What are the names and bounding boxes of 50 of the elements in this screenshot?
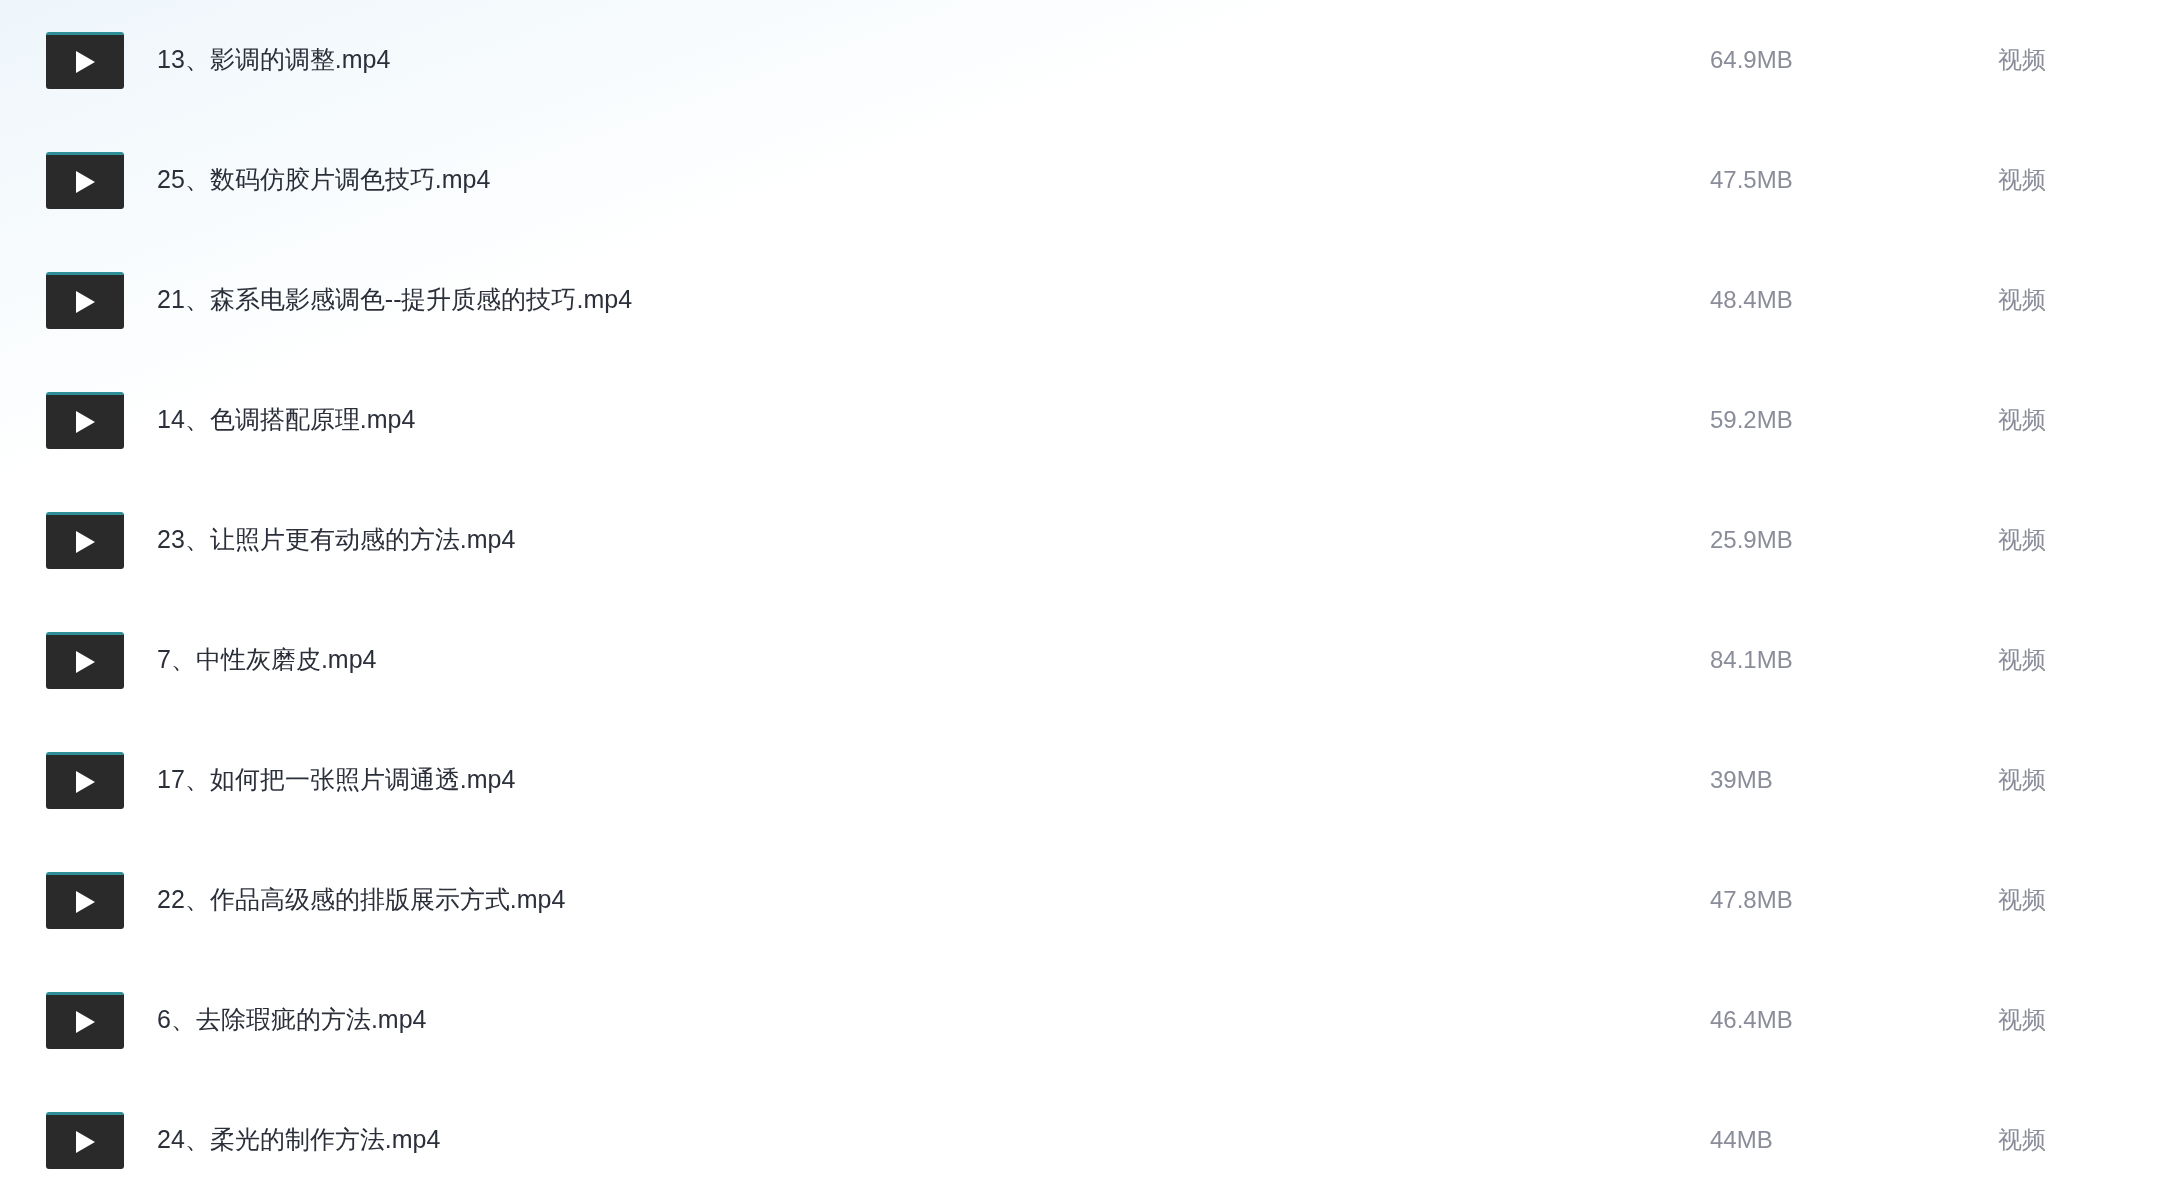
file-size: 44MB bbox=[1710, 1125, 1774, 1155]
video-thumbnail[interactable] bbox=[46, 271, 124, 329]
file-type: 视频 bbox=[1998, 645, 2047, 675]
file-size: 47.8MB bbox=[1710, 885, 1794, 915]
file-type: 视频 bbox=[1998, 45, 2047, 75]
video-thumbnail[interactable] bbox=[46, 1111, 124, 1169]
file-name[interactable]: 25、数码仿胶片调色技巧.mp4 bbox=[157, 161, 491, 199]
play-icon bbox=[74, 1129, 96, 1154]
file-name[interactable]: 7、中性灰磨皮.mp4 bbox=[157, 641, 377, 679]
file-type: 视频 bbox=[1998, 765, 2047, 795]
play-icon bbox=[74, 889, 96, 914]
file-size: 64.9MB bbox=[1710, 45, 1794, 75]
file-size: 59.2MB bbox=[1710, 405, 1794, 435]
file-name[interactable]: 22、作品高级感的排版展示方式.mp4 bbox=[157, 881, 566, 919]
file-name[interactable]: 14、色调搭配原理.mp4 bbox=[157, 401, 416, 439]
file-name[interactable]: 24、柔光的制作方法.mp4 bbox=[157, 1121, 441, 1159]
file-size: 48.4MB bbox=[1710, 285, 1794, 315]
file-name[interactable]: 6、去除瑕疵的方法.mp4 bbox=[157, 1001, 427, 1039]
file-name[interactable]: 13、影调的调整.mp4 bbox=[157, 41, 391, 79]
file-type: 视频 bbox=[1998, 405, 2047, 435]
file-size: 25.9MB bbox=[1710, 525, 1794, 555]
video-thumbnail[interactable] bbox=[46, 751, 124, 809]
play-icon bbox=[74, 649, 96, 674]
play-icon bbox=[74, 769, 96, 794]
video-thumbnail[interactable] bbox=[46, 991, 124, 1049]
file-type: 视频 bbox=[1998, 1125, 2047, 1155]
file-size: 84.1MB bbox=[1710, 645, 1794, 675]
file-name[interactable]: 17、如何把一张照片调通透.mp4 bbox=[157, 761, 516, 799]
play-icon bbox=[74, 49, 96, 74]
video-thumbnail[interactable] bbox=[46, 511, 124, 569]
file-size: 47.5MB bbox=[1710, 165, 1794, 195]
play-icon bbox=[74, 289, 96, 314]
file-name[interactable]: 23、让照片更有动感的方法.mp4 bbox=[157, 521, 516, 559]
file-type: 视频 bbox=[1998, 1005, 2047, 1035]
file-size: 46.4MB bbox=[1710, 1005, 1794, 1035]
file-type: 视频 bbox=[1998, 165, 2047, 195]
play-icon bbox=[74, 1009, 96, 1034]
video-thumbnail[interactable] bbox=[46, 391, 124, 449]
play-icon bbox=[74, 529, 96, 554]
video-thumbnail[interactable] bbox=[46, 871, 124, 929]
file-type: 视频 bbox=[1998, 285, 2047, 315]
video-thumbnail[interactable] bbox=[46, 31, 124, 89]
video-thumbnail[interactable] bbox=[46, 151, 124, 209]
play-icon bbox=[74, 169, 96, 194]
file-type: 视频 bbox=[1998, 885, 2047, 915]
play-icon bbox=[74, 409, 96, 434]
video-thumbnail[interactable] bbox=[46, 631, 124, 689]
file-size: 39MB bbox=[1710, 765, 1774, 795]
file-name[interactable]: 21、森系电影感调色--提升质感的技巧.mp4 bbox=[157, 281, 633, 319]
file-type: 视频 bbox=[1998, 525, 2047, 555]
